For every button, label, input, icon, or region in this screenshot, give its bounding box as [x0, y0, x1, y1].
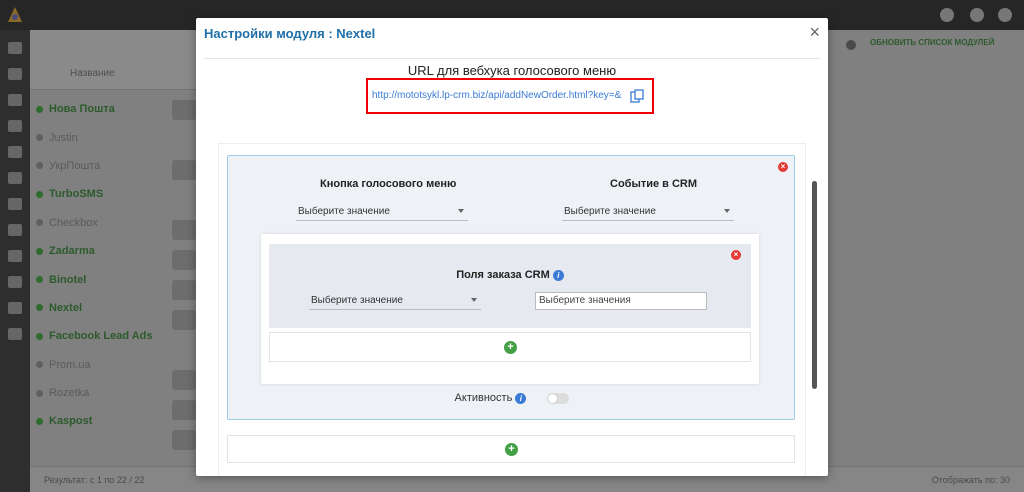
info-icon[interactable]: i — [552, 269, 564, 281]
result-count: Результат: с 1 по 22 / 22 — [44, 475, 145, 485]
remove-block-icon[interactable]: × — [778, 162, 788, 172]
chart-icon[interactable] — [8, 224, 22, 236]
settings-modal: Настройки модуля : Nextel × URL для вебх… — [196, 18, 828, 476]
status-dot — [36, 361, 43, 369]
module-logo — [172, 400, 196, 420]
list-icon[interactable] — [8, 68, 22, 80]
status-dot — [36, 190, 43, 198]
chevron-down-icon — [724, 209, 730, 213]
modal-body: URL для вебхука голосового меню http://m… — [204, 58, 820, 476]
users-icon[interactable] — [8, 94, 22, 106]
monitor-icon[interactable] — [8, 42, 22, 54]
user-icon[interactable] — [940, 8, 954, 22]
tag-icon[interactable] — [8, 198, 22, 210]
bell-icon[interactable] — [970, 8, 984, 22]
info-icon[interactable]: i — [515, 392, 527, 404]
add-field-row: + — [269, 332, 751, 362]
voice-button-select[interactable]: Выберите значение — [296, 205, 468, 221]
status-dot — [36, 134, 43, 142]
crm-event-select[interactable]: Выберите значение — [562, 205, 734, 221]
chevron-down-icon — [471, 298, 477, 302]
chevron-down-icon — [458, 209, 464, 213]
module-logo — [172, 310, 196, 330]
box-icon[interactable] — [8, 146, 22, 158]
refresh-modules-button[interactable]: ОБНОВИТЬ СПИСОК МОДУЛЕЙ — [870, 38, 1018, 54]
remove-field-icon[interactable]: × — [731, 250, 741, 260]
menu-icon[interactable] — [998, 8, 1012, 22]
order-field-select[interactable]: Выберите значение — [309, 294, 481, 310]
voice-button-label: Кнопка голосового меню — [320, 178, 457, 190]
help-icon[interactable] — [8, 276, 22, 288]
order-fields-heading: Поля заказа CRM i — [269, 269, 751, 281]
modules-icon[interactable] — [8, 250, 22, 262]
settings-icon[interactable] — [8, 302, 22, 314]
module-logo — [172, 280, 196, 300]
status-dot — [36, 247, 43, 255]
status-dot — [36, 304, 43, 312]
order-fields-block: × Поля заказа CRM i Выберите значение Вы… — [261, 234, 759, 384]
status-dot — [36, 105, 43, 113]
status-dot — [36, 276, 43, 284]
column-title: Название — [70, 68, 115, 79]
add-field-icon[interactable]: + — [504, 341, 517, 354]
webhook-url-title: URL для вебхука голосового меню — [407, 63, 617, 78]
toggle-knob — [548, 393, 558, 403]
activity-row: Активность i — [228, 392, 796, 404]
module-logo — [172, 100, 196, 120]
bank-icon[interactable] — [8, 120, 22, 132]
status-dot — [36, 389, 43, 397]
modal-title: Настройки модуля : Nextel — [204, 26, 376, 41]
close-icon[interactable]: × — [809, 22, 820, 42]
page-size[interactable]: Отображать по: 30 — [932, 475, 1010, 485]
crm-event-label: Событие в CRM — [610, 178, 698, 190]
activity-label: Активность — [454, 392, 513, 404]
webhook-url-value[interactable]: http://mototsykl.lp-crm.biz/api/addNewOr… — [372, 90, 622, 101]
mapping-block: × Кнопка голосового меню Событие в CRM В… — [227, 155, 795, 420]
activity-toggle[interactable] — [547, 392, 570, 404]
cart-icon[interactable] — [8, 172, 22, 184]
left-rail — [0, 30, 30, 492]
gear-icon[interactable] — [846, 40, 856, 50]
app-logo-icon[interactable] — [6, 6, 24, 24]
add-block-row: + — [227, 435, 795, 463]
order-fields-row: × Поля заказа CRM i Выберите значение Вы… — [269, 244, 751, 328]
module-logo — [172, 160, 196, 180]
module-logo — [172, 250, 196, 270]
list-item[interactable]: TurboSMS — [30, 180, 200, 208]
module-logo — [172, 370, 196, 390]
exit-icon[interactable] — [8, 328, 22, 340]
webhook-url-field[interactable]: http://mototsykl.lp-crm.biz/api/addNewOr… — [366, 78, 654, 114]
status-dot — [36, 332, 43, 340]
add-block-icon[interactable]: + — [505, 443, 518, 456]
list-header: Название — [30, 30, 200, 90]
modal-scrollbar[interactable] — [812, 181, 817, 389]
values-input[interactable]: Выберите значения — [535, 292, 707, 310]
copy-icon[interactable] — [630, 89, 644, 103]
module-logo — [172, 220, 196, 240]
list-item[interactable]: Justin — [30, 123, 200, 151]
status-dot — [36, 417, 43, 425]
module-logo — [172, 430, 196, 450]
status-dot — [36, 162, 43, 170]
status-dot — [36, 219, 43, 227]
